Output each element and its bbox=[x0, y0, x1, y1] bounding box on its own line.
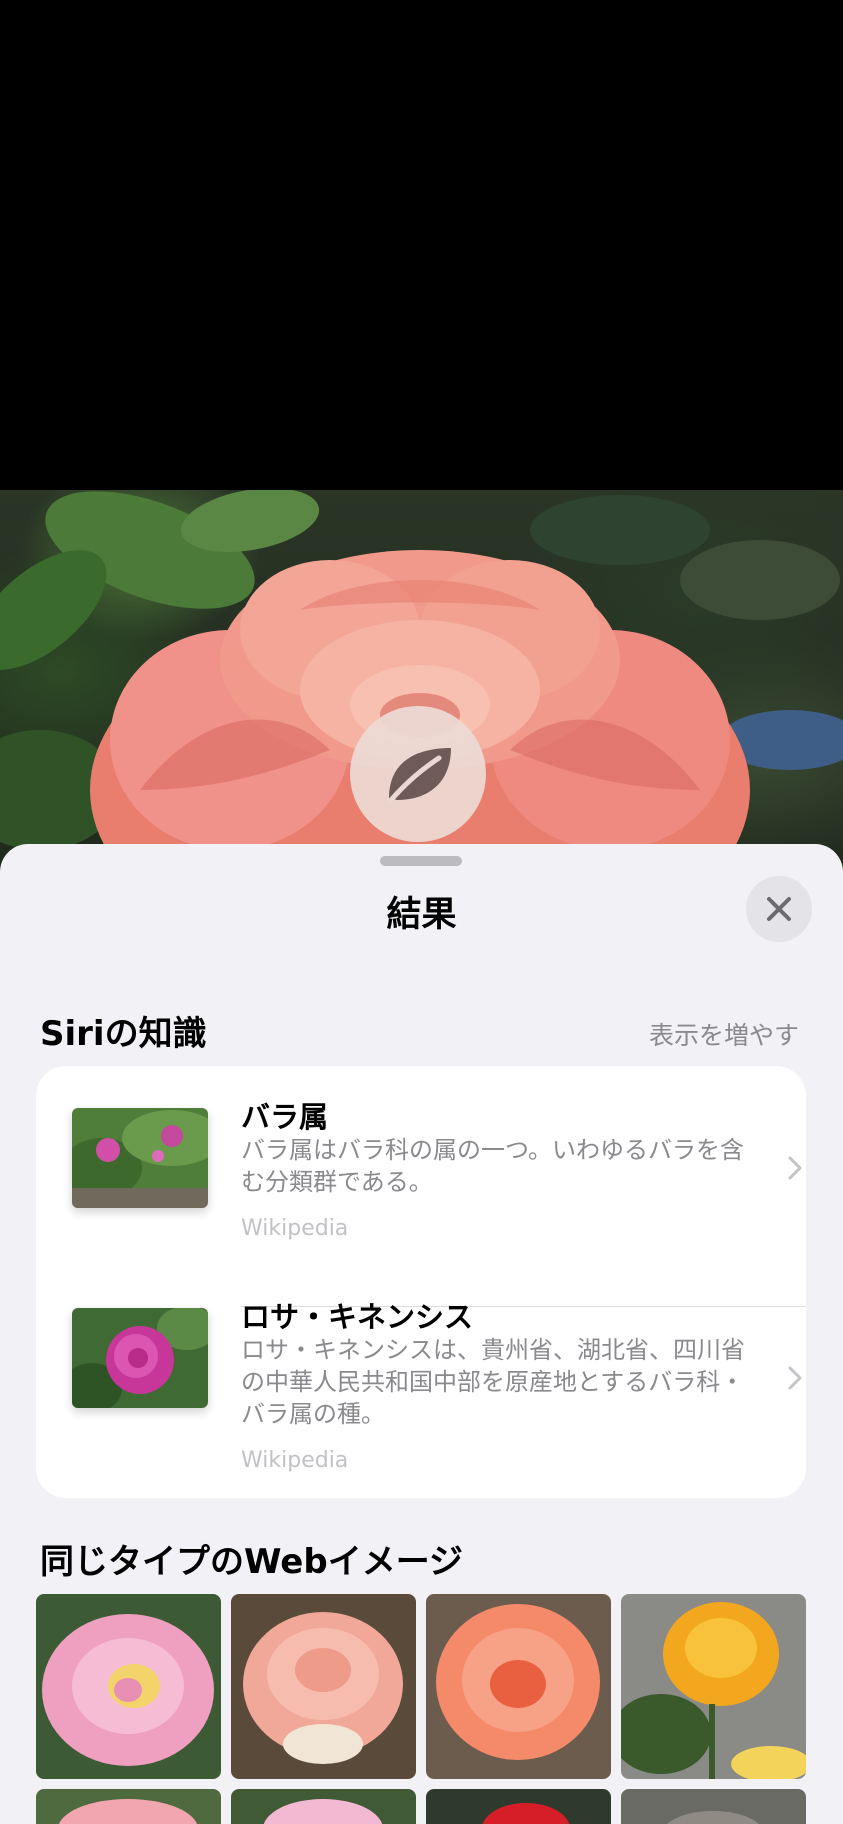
show-more-link[interactable]: 表示を増やす bbox=[649, 1016, 799, 1052]
close-button[interactable] bbox=[746, 876, 812, 942]
coral-rose-image bbox=[426, 1594, 611, 1779]
result-title: ロサ・キネンシス bbox=[241, 1300, 474, 1334]
results-sheet: 結果 Siriの知識 表示を増やす バラ属 バラ属はバラ科の属の一つ。いわゆるバ… bbox=[0, 844, 843, 1824]
rose-image bbox=[36, 1789, 221, 1824]
screen: 結果 Siriの知識 表示を増やす バラ属 バラ属はバラ科の属の一つ。いわゆるバ… bbox=[0, 0, 843, 1824]
result-source: Wikipedia bbox=[241, 1216, 349, 1241]
sheet-title: 結果 bbox=[386, 895, 457, 935]
visual-lookup-button[interactable] bbox=[350, 706, 486, 842]
rosa-thumbnail bbox=[72, 1108, 208, 1208]
leaf-icon bbox=[388, 748, 451, 803]
chevron-right-icon bbox=[788, 1366, 802, 1390]
xmark-icon bbox=[767, 897, 791, 921]
web-image-tile[interactable] bbox=[231, 1594, 416, 1779]
web-image-tile[interactable] bbox=[621, 1594, 806, 1779]
web-images-header: 同じタイプのWebイメージ bbox=[40, 1542, 464, 1582]
rosa-thumbnail-art bbox=[72, 1108, 208, 1208]
web-image-tile[interactable] bbox=[36, 1789, 221, 1824]
rosa-chinensis-thumbnail bbox=[72, 1308, 208, 1408]
result-source: Wikipedia bbox=[241, 1448, 349, 1473]
result-description: バラ属はバラ科の属の一つ。いわゆるバラを含む分類群である。 bbox=[241, 1136, 745, 1196]
rose-image bbox=[621, 1789, 806, 1824]
peach-rose-image bbox=[231, 1594, 416, 1779]
pink-rose-image bbox=[36, 1594, 221, 1779]
rosa-chinensis-thumbnail-art bbox=[72, 1308, 208, 1408]
web-image-tile[interactable] bbox=[231, 1789, 416, 1824]
sheet-grabber[interactable] bbox=[380, 856, 462, 866]
knowledge-result-rosa-chinensis[interactable]: ロサ・キネンシス ロサ・キネンシスは、貴州省、湖北省、四川省の中華人民共和国中部… bbox=[36, 1300, 806, 1498]
web-image-tile[interactable] bbox=[621, 1789, 806, 1824]
siri-knowledge-card: バラ属 バラ属はバラ科の属の一つ。いわゆるバラを含む分類群である。 Wikipe… bbox=[36, 1066, 806, 1498]
rose-image bbox=[231, 1789, 416, 1824]
knowledge-result-rosa[interactable]: バラ属 バラ属はバラ科の属の一つ。いわゆるバラを含む分類群である。 Wikipe… bbox=[36, 1066, 806, 1306]
web-image-tile[interactable] bbox=[426, 1594, 611, 1779]
rose-image bbox=[426, 1789, 611, 1824]
result-description: ロサ・キネンシスは、貴州省、湖北省、四川省の中華人民共和国中部を原産地とするバラ… bbox=[241, 1336, 745, 1428]
chevron-right-icon bbox=[788, 1156, 802, 1180]
yellow-rose-image bbox=[621, 1594, 806, 1779]
result-title: バラ属 bbox=[241, 1100, 329, 1134]
siri-knowledge-header: Siriの知識 bbox=[40, 1014, 207, 1054]
web-image-tile[interactable] bbox=[426, 1789, 611, 1824]
web-image-tile[interactable] bbox=[36, 1594, 221, 1779]
